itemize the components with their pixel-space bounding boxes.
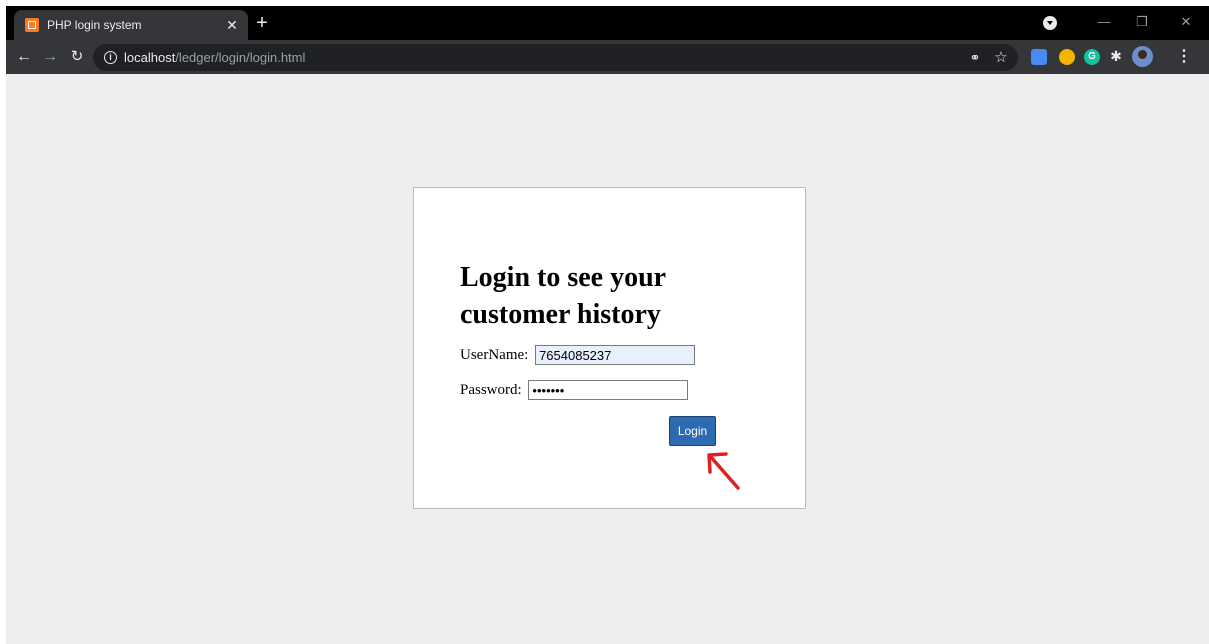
url-text[interactable]: localhost/ledger/login/login.html bbox=[124, 50, 305, 65]
password-label: Password: bbox=[460, 381, 522, 398]
browser-toolbar: ← → ↻ i localhost/ledger/login/login.htm… bbox=[6, 40, 1209, 74]
grammarly-icon[interactable]: G bbox=[1084, 49, 1100, 65]
url-path: /ledger/login/login.html bbox=[175, 50, 306, 65]
page-title: Login to see your customer history bbox=[460, 262, 666, 330]
menu-icon[interactable]: ⋮ bbox=[1176, 46, 1192, 68]
minimize-icon[interactable]: — bbox=[1089, 10, 1119, 34]
puzzle-icon[interactable]: ✱ bbox=[1107, 47, 1125, 65]
xampp-favicon-icon bbox=[25, 18, 39, 32]
url-host: localhost bbox=[124, 50, 176, 65]
password-row: Password: bbox=[460, 380, 689, 400]
annotation-arrow-icon bbox=[707, 452, 740, 490]
login-button[interactable]: Login bbox=[669, 416, 716, 446]
username-input[interactable] bbox=[535, 345, 696, 365]
reload-icon[interactable]: ↻ bbox=[65, 45, 89, 69]
tab-search-icon[interactable] bbox=[1043, 16, 1057, 30]
username-label: UserName: bbox=[460, 346, 529, 363]
login-card: Login to see your customer history UserN… bbox=[413, 187, 806, 509]
back-arrow-icon[interactable]: ← bbox=[12, 45, 36, 69]
star-icon[interactable]: ☆ bbox=[992, 49, 1010, 67]
window-close-icon[interactable]: ✕ bbox=[1171, 10, 1201, 34]
info-icon[interactable]: i bbox=[104, 51, 117, 64]
username-row: UserName: bbox=[460, 345, 696, 365]
address-bar[interactable]: i localhost/ledger/login/login.html ⚭ ☆ bbox=[93, 44, 1018, 71]
compass-icon[interactable] bbox=[1059, 49, 1075, 65]
tab-close-icon[interactable]: ✕ bbox=[223, 16, 241, 34]
tab-strip: PHP login system ✕ + — ❐ ✕ bbox=[6, 6, 1209, 40]
browser-window: PHP login system ✕ + — ❐ ✕ ← → ↻ i local… bbox=[6, 6, 1209, 644]
browser-tab[interactable]: PHP login system ✕ bbox=[14, 10, 248, 40]
key-icon[interactable]: ⚭ bbox=[966, 49, 984, 67]
password-input[interactable] bbox=[528, 380, 689, 400]
tab-title: PHP login system bbox=[47, 18, 142, 32]
translate-icon[interactable] bbox=[1031, 49, 1047, 65]
avatar[interactable] bbox=[1132, 46, 1153, 67]
forward-arrow-icon[interactable]: → bbox=[38, 45, 62, 69]
page-content: Login to see your customer history UserN… bbox=[6, 74, 1209, 644]
restore-icon[interactable]: ❐ bbox=[1127, 10, 1157, 34]
new-tab-icon[interactable]: + bbox=[252, 13, 272, 33]
